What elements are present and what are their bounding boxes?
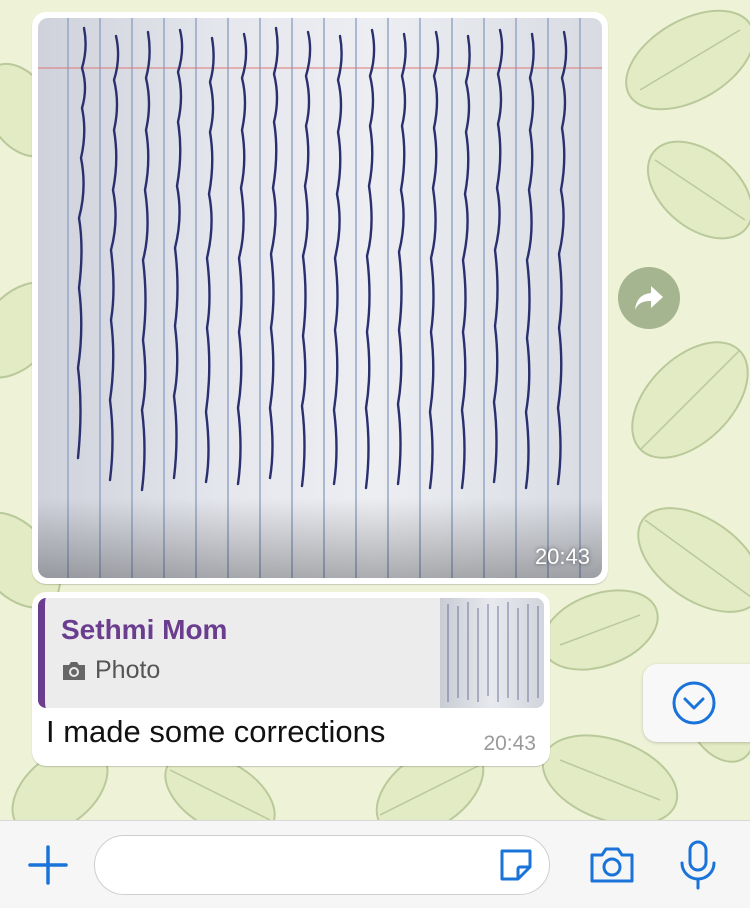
- quoted-author: Sethmi Mom: [61, 614, 228, 645]
- forward-button[interactable]: [618, 267, 680, 329]
- chevron-down-icon: [672, 681, 716, 725]
- forward-arrow-icon: [635, 286, 663, 310]
- handwritten-note-photo[interactable]: 20:43: [38, 18, 602, 578]
- photo-bottom-shade: [38, 498, 602, 578]
- camera-icon[interactable]: [588, 843, 636, 887]
- message-input-bar: [0, 820, 750, 908]
- notebook-lines: [38, 18, 602, 578]
- microphone-icon[interactable]: [676, 839, 720, 891]
- scroll-to-bottom-button[interactable]: [643, 664, 750, 742]
- message-text: I made some corrections: [46, 714, 386, 749]
- camera-icon: [63, 661, 85, 680]
- image-message-bubble[interactable]: 20:43: [32, 12, 608, 584]
- message-input[interactable]: [94, 835, 550, 895]
- quoted-message[interactable]: Sethmi Mom Photo: [38, 598, 544, 708]
- quoted-type-label: Photo: [95, 656, 161, 684]
- reply-message-bubble[interactable]: Sethmi Mom Photo I made some corrections…: [32, 592, 550, 766]
- plus-icon[interactable]: [26, 843, 70, 887]
- image-message-time: 20:43: [534, 544, 590, 569]
- quoted-type: Photo: [61, 656, 160, 685]
- quoted-photo-thumbnail: [440, 598, 544, 708]
- sticker-icon[interactable]: [496, 845, 536, 885]
- message-time: 20:43: [483, 732, 536, 755]
